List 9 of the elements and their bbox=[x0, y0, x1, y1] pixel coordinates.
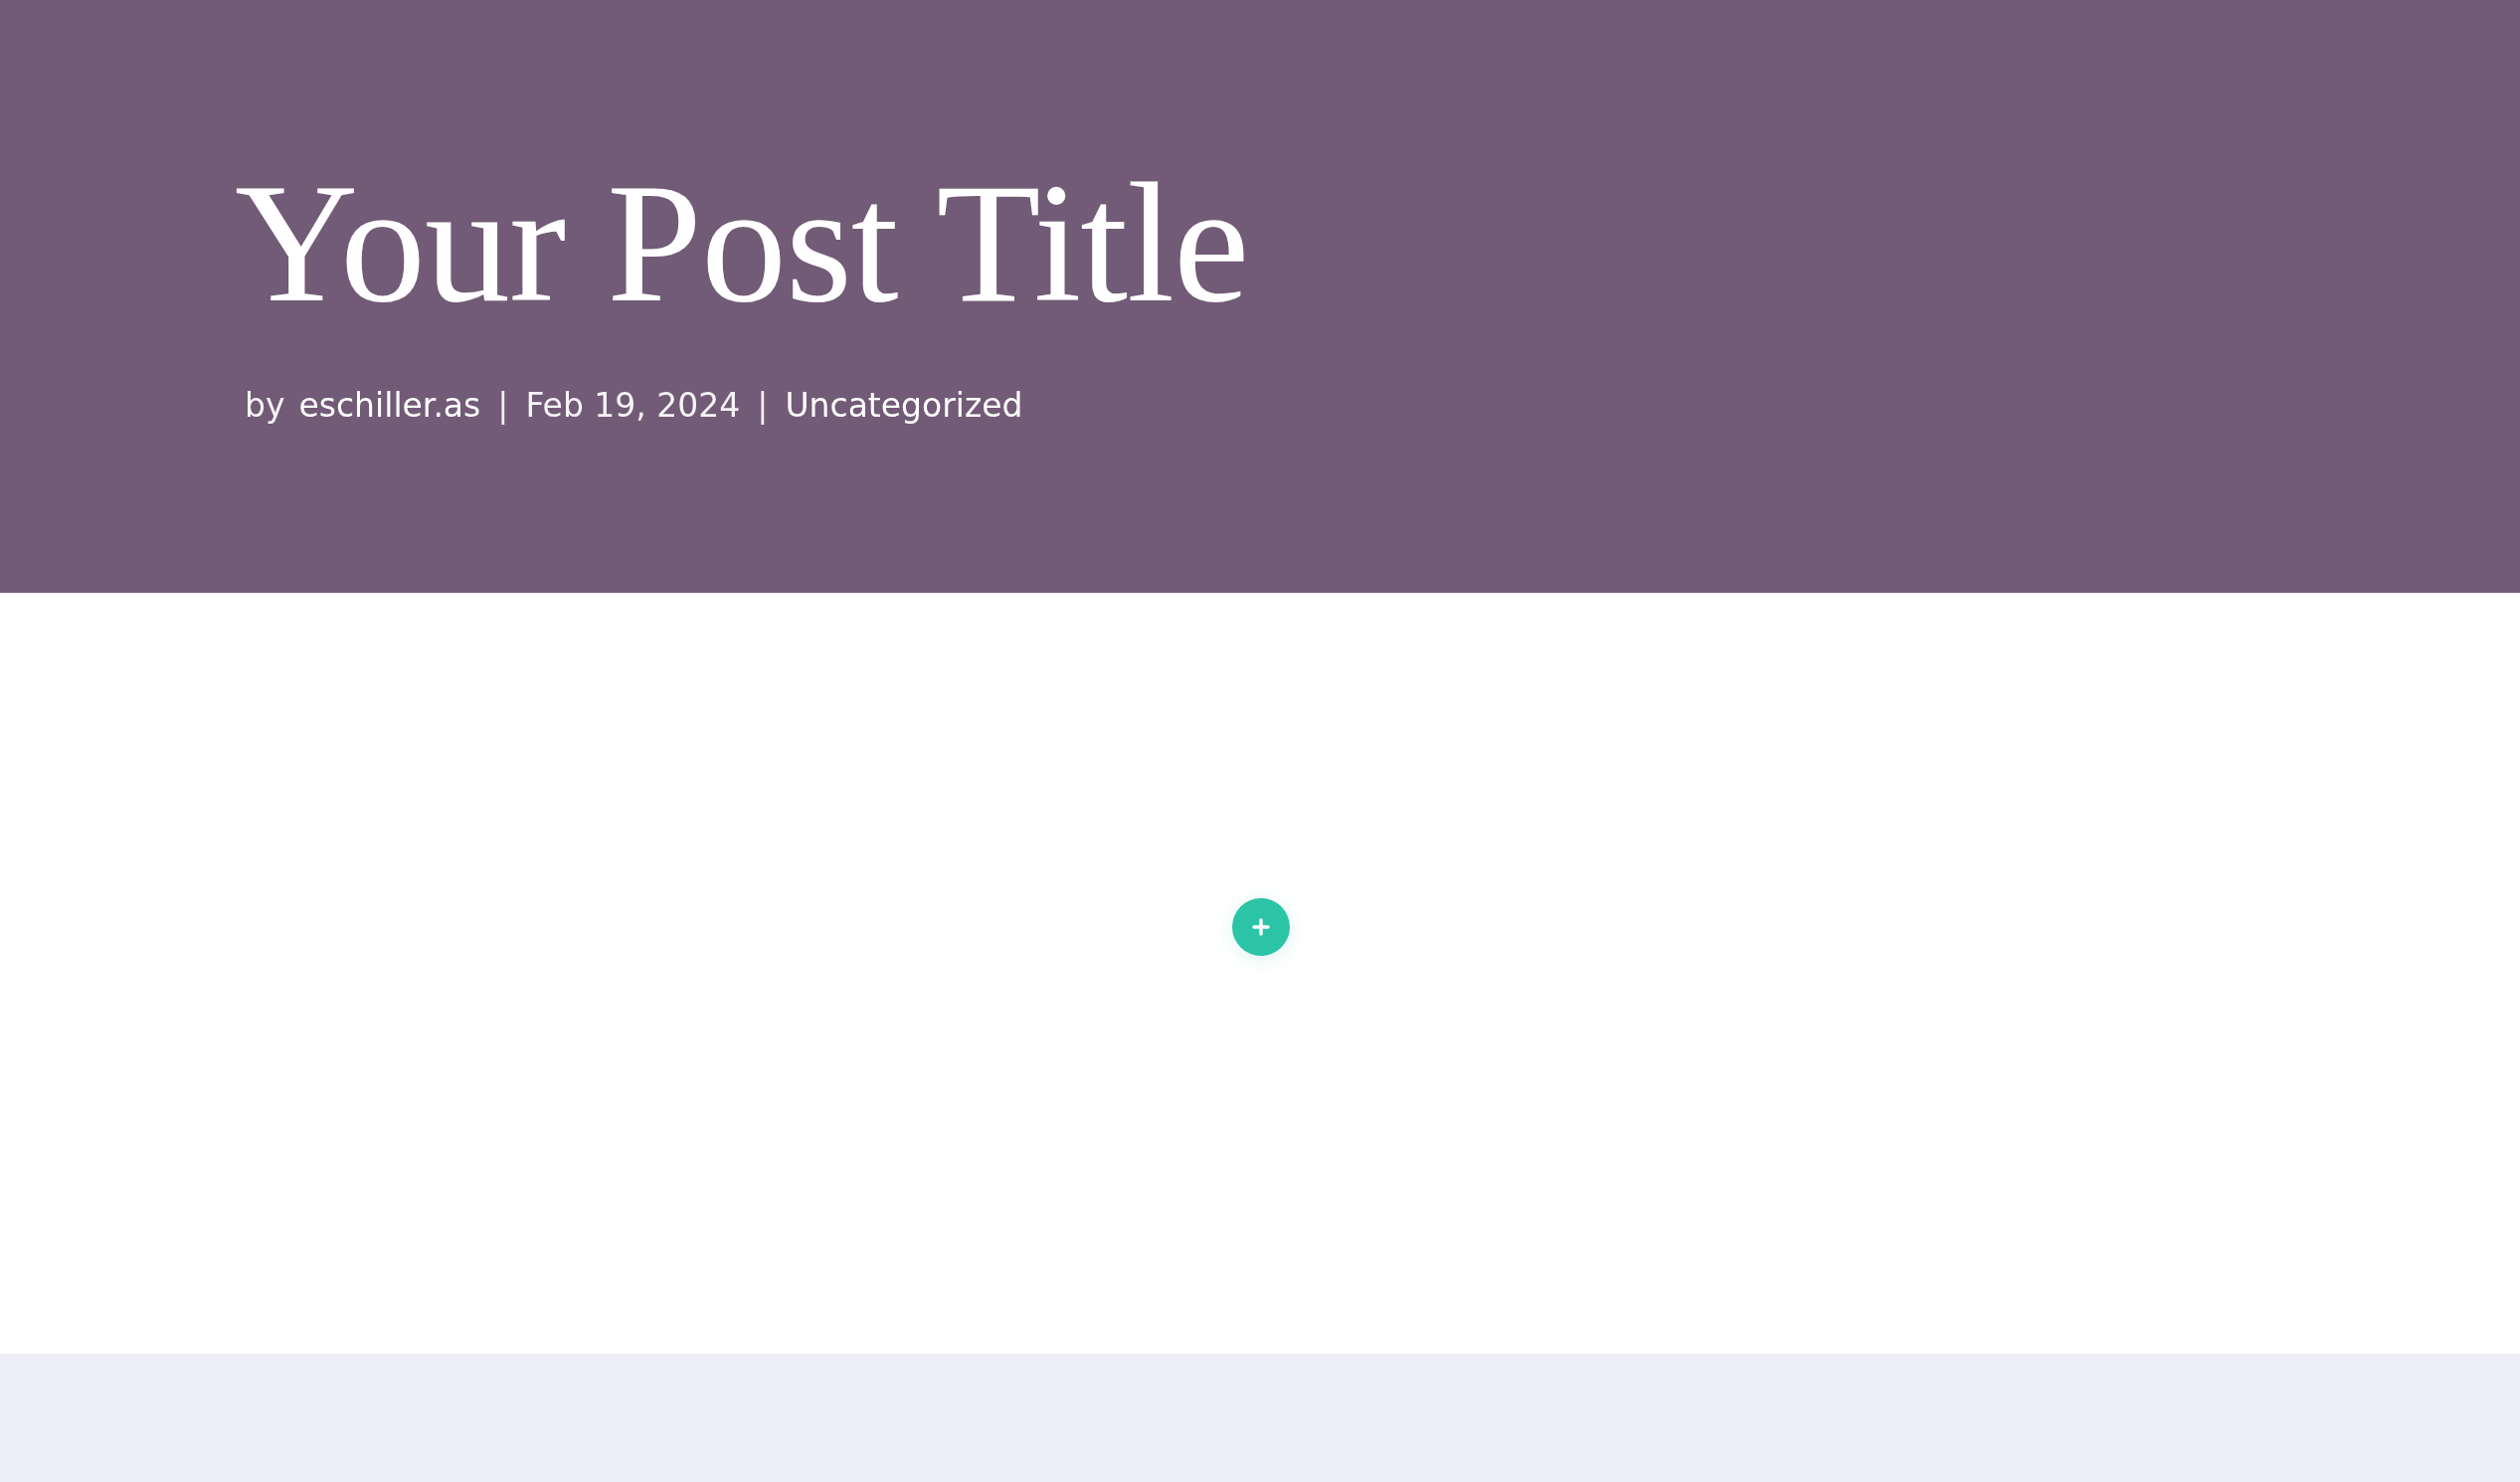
meta-separator: | bbox=[756, 386, 770, 425]
meta-text: Feb 19, 2024 bbox=[525, 386, 741, 425]
plus-icon bbox=[1252, 917, 1270, 936]
meta-link[interactable]: Uncategorized bbox=[785, 386, 1023, 425]
meta-link[interactable]: eschiller.as bbox=[298, 386, 481, 425]
post-title: Your Post Title bbox=[235, 157, 1250, 328]
meta-separator: | bbox=[496, 386, 510, 425]
meta-text: by bbox=[245, 386, 285, 425]
add-button[interactable] bbox=[1232, 897, 1290, 956]
